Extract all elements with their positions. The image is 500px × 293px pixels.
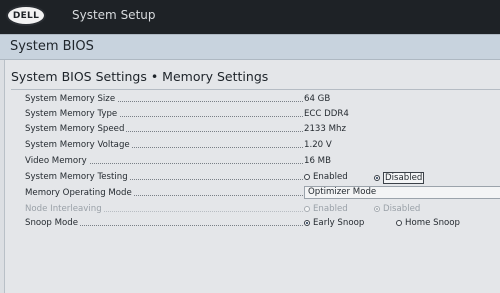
top-bar: DELL System Setup: [0, 0, 500, 34]
snoop-mode-home-radio[interactable]: Home Snoop: [396, 218, 460, 228]
radio-circle-icon: [304, 206, 310, 212]
setting-label: Memory Operating Mode: [25, 188, 134, 198]
setting-row-memory-voltage: System Memory Voltage 1.20 V: [25, 140, 500, 155]
radio-circle-icon: [304, 174, 310, 180]
node-interleaving-enabled-radio: Enabled: [304, 204, 348, 214]
setting-value: ECC DDR4: [304, 109, 349, 119]
dell-logo: DELL: [6, 5, 46, 26]
section-divider: [11, 89, 500, 90]
operating-mode-select[interactable]: Optimizer Mode: [304, 186, 500, 199]
setting-row-memory-type: System Memory Type ECC DDR4: [25, 109, 500, 124]
setting-row-video-memory: Video Memory 16 MB: [25, 156, 500, 171]
radio-label: Home Snoop: [405, 218, 460, 228]
radio-selected-icon: [374, 175, 380, 181]
radio-label: Enabled: [313, 172, 348, 182]
setting-label: Snoop Mode: [25, 218, 81, 228]
setting-label: System Memory Size: [25, 94, 118, 104]
memory-testing-enabled-radio[interactable]: Enabled: [304, 172, 348, 182]
setting-value: 1.20 V: [304, 140, 332, 150]
setting-label: System Memory Voltage: [25, 140, 132, 150]
memory-testing-disabled-radio[interactable]: Disabled: [374, 172, 425, 184]
setting-value: 16 MB: [304, 156, 331, 166]
page-title: System BIOS: [10, 39, 94, 54]
setting-label: Node Interleaving: [25, 204, 104, 214]
settings-panel: System BIOS Settings • Memory Settings S…: [4, 60, 500, 293]
radio-label: Disabled: [383, 204, 421, 214]
setting-value: 2133 Mhz: [304, 124, 346, 134]
setting-label: Video Memory: [25, 156, 89, 166]
setting-label: System Memory Testing: [25, 172, 130, 182]
setting-row-node-interleaving: Node Interleaving Enabled Disabled: [25, 204, 500, 219]
radio-circle-icon: [396, 220, 402, 226]
page-header: System BIOS: [0, 34, 500, 60]
setting-value: 64 GB: [304, 94, 331, 104]
app-title: System Setup: [72, 8, 156, 22]
radio-label: Enabled: [313, 204, 348, 214]
radio-selected-icon: [374, 206, 380, 212]
setting-row-memory-speed: System Memory Speed 2133 Mhz: [25, 124, 500, 139]
setting-label: System Memory Type: [25, 109, 120, 119]
setting-row-operating-mode: Memory Operating Mode Optimizer Mode: [25, 186, 500, 203]
radio-label: Disabled: [383, 172, 425, 184]
setting-row-memory-testing: System Memory Testing Enabled Disabled: [25, 172, 500, 187]
snoop-mode-early-radio[interactable]: Early Snoop: [304, 218, 364, 228]
node-interleaving-disabled-radio: Disabled: [374, 204, 420, 214]
setting-row-memory-size: System Memory Size 64 GB: [25, 94, 500, 109]
radio-label: Early Snoop: [313, 218, 365, 228]
section-title: System BIOS Settings • Memory Settings: [11, 69, 269, 84]
radio-selected-icon: [304, 220, 310, 226]
setting-row-snoop-mode: Snoop Mode Early Snoop Home Snoop: [25, 218, 500, 233]
setting-label: System Memory Speed: [25, 124, 127, 134]
